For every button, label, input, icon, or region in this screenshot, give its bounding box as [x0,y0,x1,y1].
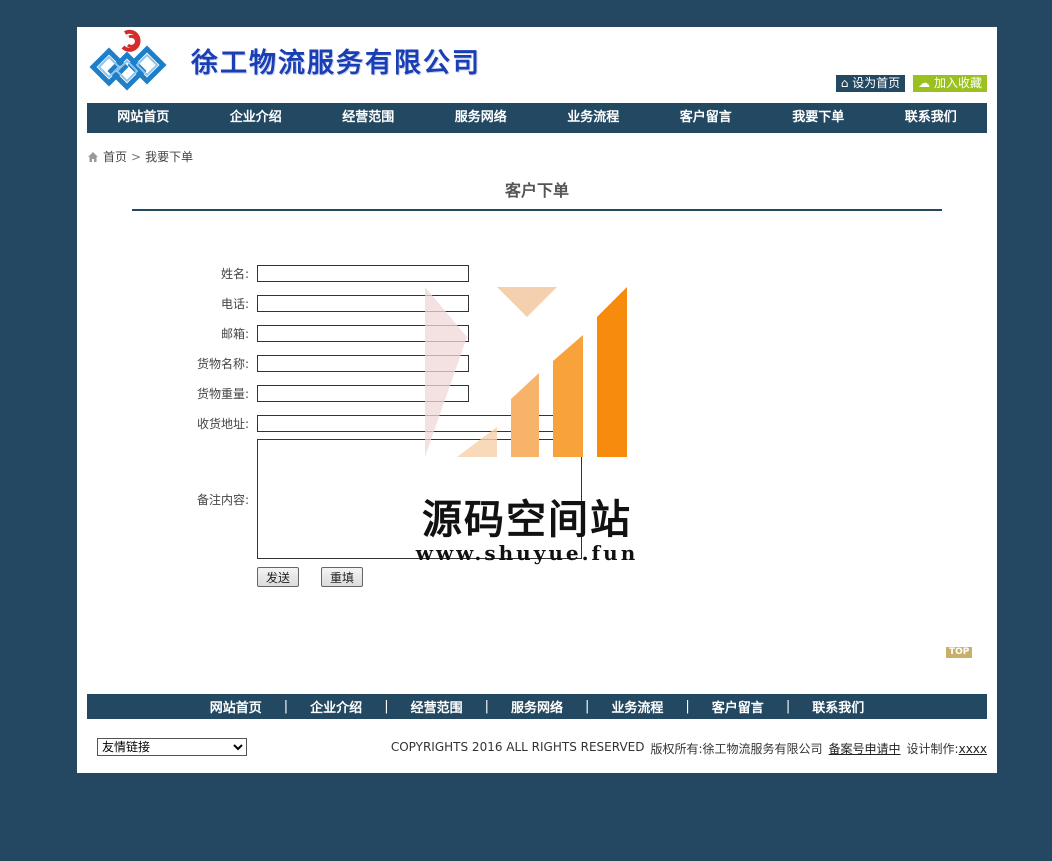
phone-row: 电话: [177,295,469,312]
email-label: 邮箱: [220,327,249,341]
remark-row: 备注内容: [177,439,582,559]
page-title: 客户下单 [132,177,942,211]
phone-input[interactable] [257,295,469,312]
footer-nav-service-network[interactable]: 服务网络 [489,697,585,716]
set-home-link[interactable]: ⌂ 设为首页 [835,75,906,92]
goods-weight-row: 货物重量: [177,385,469,402]
owner-text: 版权所有:徐工物流服务有限公司 [650,742,823,756]
home-icon: ⌂ [840,76,849,90]
goods-name-row: 货物名称: [177,355,469,372]
address-label: 收货地址: [196,417,249,431]
set-home-label: 设为首页 [852,76,901,90]
nav-contact[interactable]: 联系我们 [875,103,988,133]
goods-weight-label: 货物重量: [196,387,249,401]
goods-name-input[interactable] [257,355,469,372]
submit-button[interactable]: 发送 [257,567,300,587]
footer-nav: 网站首页 | 企业介绍 | 经营范围 | 服务网络 | 业务流程 | 客户留言 … [87,694,987,719]
icp-link[interactable]: 备案号申请中 [829,740,901,757]
name-input[interactable] [257,265,469,282]
copyright-text: COPYRIGHTS 2016 ALL RIGHTS RESERVED [390,740,645,754]
site-name: 徐工物流服务有限公司 [191,48,481,79]
site-logo[interactable]: 徐工物流服务有限公司 [87,27,567,97]
footer-nav-home[interactable]: 网站首页 [188,697,284,716]
nav-business-scope[interactable]: 经营范围 [312,103,425,133]
main-nav: 网站首页 企业介绍 经营范围 服务网络 业务流程 客户留言 我要下单 联系我们 [87,103,987,133]
email-row: 邮箱: [177,325,469,342]
breadcrumb-home[interactable]: 首页 [103,148,127,165]
header-links: ⌂ 设为首页 ☁ 加入收藏 [835,75,987,92]
footer-nav-contact[interactable]: 联系我们 [790,697,886,716]
copyright-bar: COPYRIGHTS 2016 ALL RIGHTS RESERVED 版权所有… [391,740,987,757]
friend-links-select[interactable]: 友情链接 [97,738,247,756]
address-row: 收货地址: [177,415,580,432]
design-link[interactable]: xxxx [959,742,987,756]
name-row: 姓名: [177,265,469,282]
nav-order[interactable]: 我要下单 [762,103,875,133]
add-favorite-label: 加入收藏 [933,76,982,90]
footer-nav-process[interactable]: 业务流程 [589,697,685,716]
email-input[interactable] [257,325,469,342]
logo-icon [89,29,167,91]
goods-name-label: 货物名称: [196,357,249,371]
nav-service-network[interactable]: 服务网络 [425,103,538,133]
footer-nav-guestbook[interactable]: 客户留言 [690,697,786,716]
address-input[interactable] [257,415,580,432]
name-label: 姓名: [220,267,249,281]
footer-nav-business-scope[interactable]: 经营范围 [389,697,485,716]
cloud-icon: ☁ [918,76,931,90]
goods-weight-input[interactable] [257,385,469,402]
design-label: 设计制作: [906,742,959,756]
back-to-top-button[interactable]: TOP [946,647,973,658]
nav-company[interactable]: 企业介绍 [200,103,313,133]
reset-button[interactable]: 重填 [321,567,364,587]
design-credit: 设计制作:xxxx [907,740,987,757]
nav-guestbook[interactable]: 客户留言 [650,103,763,133]
nav-home[interactable]: 网站首页 [87,103,200,133]
nav-process[interactable]: 业务流程 [537,103,650,133]
house-icon [88,151,98,162]
remark-textarea[interactable] [257,439,582,559]
breadcrumb-current: 我要下单 [145,150,194,164]
breadcrumb: 首页 > 我要下单 [87,148,193,165]
page-container: 徐工物流服务有限公司 ⌂ 设为首页 ☁ 加入收藏 网站首页 企业介绍 经营范围 … [77,27,997,773]
footer-nav-company[interactable]: 企业介绍 [288,697,384,716]
add-favorite-link[interactable]: ☁ 加入收藏 [913,75,987,92]
phone-label: 电话: [220,297,249,311]
remark-label: 备注内容: [196,492,249,507]
breadcrumb-separator: > [131,149,142,164]
